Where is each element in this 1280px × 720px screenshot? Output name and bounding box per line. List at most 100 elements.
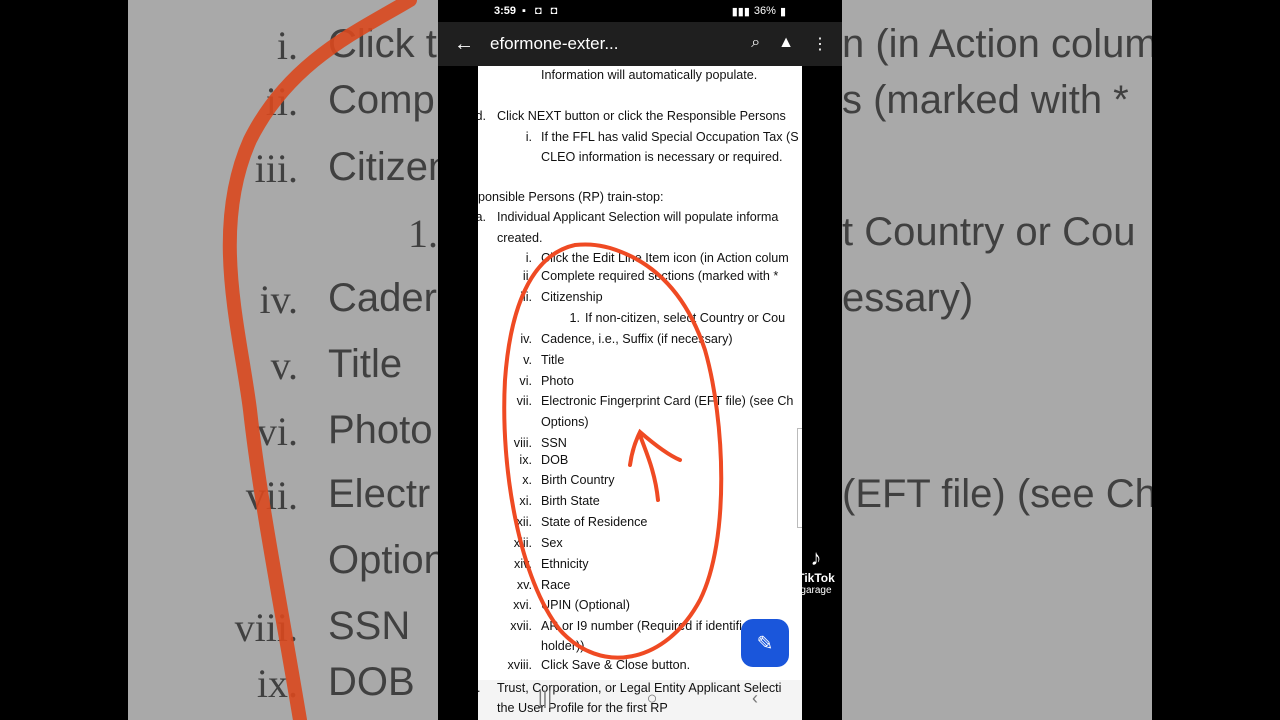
backdrop-num: v. bbox=[270, 343, 298, 388]
doc-line: Click the Edit Line Item icon (in Action… bbox=[541, 251, 789, 265]
doc-num: 1. bbox=[569, 311, 580, 325]
back-arrow-icon[interactable]: ← bbox=[438, 33, 490, 56]
backdrop-text: Click t bbox=[328, 22, 437, 66]
doc-line: Race bbox=[541, 578, 571, 592]
doc-line: Options) bbox=[541, 415, 589, 429]
edit-fab-button[interactable]: ✎ bbox=[741, 619, 789, 667]
tiktok-watermark: ♪ TikTok garage bbox=[790, 545, 842, 596]
backdrop-num: ii. bbox=[265, 79, 298, 124]
doc-line: CLEO information is necessary or require… bbox=[541, 150, 783, 164]
doc-num: xiv. bbox=[514, 557, 532, 571]
document-page: Information will automatically populate.… bbox=[478, 66, 802, 680]
doc-line: Photo bbox=[541, 374, 574, 388]
doc-num: iii. bbox=[520, 290, 532, 304]
backdrop-num: i. bbox=[276, 23, 298, 68]
doc-line: SSN bbox=[541, 436, 567, 450]
back-nav-icon[interactable]: ‹ bbox=[752, 688, 758, 709]
doc-num: vi. bbox=[519, 374, 532, 388]
doc-num: i. bbox=[525, 130, 532, 144]
backdrop-fragment: s (marked with * bbox=[842, 78, 1129, 122]
backdrop-text: Photo bbox=[328, 408, 433, 452]
backdrop-fragment: essary) bbox=[842, 276, 974, 320]
tiktok-name: TikTok bbox=[797, 571, 835, 585]
doc-line: Citizenship bbox=[541, 290, 603, 304]
doc-num: vii. bbox=[516, 394, 532, 408]
doc-num: d. bbox=[478, 109, 486, 123]
doc-line: AR or I9 number (Required if identifies … bbox=[541, 619, 766, 633]
doc-line: holder)) bbox=[541, 639, 585, 653]
backdrop-num: iii. bbox=[254, 146, 298, 191]
battery-level: 36% bbox=[753, 5, 776, 17]
doc-line: Ethnicity bbox=[541, 557, 589, 571]
backdrop-num: iv. bbox=[259, 277, 298, 322]
tiktok-logo-icon: ♪ bbox=[810, 545, 822, 570]
doc-num: ix. bbox=[519, 453, 532, 467]
backdrop-num: ix. bbox=[256, 661, 298, 706]
doc-line: If non-citizen, select Country or Cou bbox=[585, 311, 786, 325]
backdrop-text: Option bbox=[328, 538, 446, 582]
home-icon[interactable]: ○ bbox=[647, 688, 658, 709]
backdrop-text: SSN bbox=[328, 604, 411, 648]
doc-line: Complete required sections (marked with … bbox=[541, 269, 779, 283]
more-vert-icon[interactable]: ⋮ bbox=[812, 34, 828, 54]
doc-num: xv. bbox=[516, 578, 532, 592]
signal-icon: ▮▮▮ bbox=[731, 5, 750, 18]
doc-line: Title bbox=[541, 353, 565, 367]
doc-line: Click Save & Close button. bbox=[541, 658, 691, 672]
doc-num: i. bbox=[525, 251, 532, 265]
backdrop-fragment: t Country or Cou bbox=[842, 210, 1136, 254]
backdrop-text: Comp bbox=[328, 78, 435, 122]
tiktok-user: garage bbox=[800, 585, 832, 596]
find-in-page-icon[interactable]: ⌕ bbox=[751, 34, 760, 54]
doc-line: ponsible Persons (RP) train-stop: bbox=[478, 190, 664, 204]
app-bar: ← eformone-exter... ⌕ ▲ ⋮ bbox=[438, 22, 842, 66]
doc-line: If the FFL has valid Special Occupation … bbox=[541, 130, 799, 144]
doc-line: DOB bbox=[541, 453, 569, 467]
doc-num: x. bbox=[522, 473, 532, 487]
doc-num: xvi. bbox=[513, 598, 532, 612]
backdrop-num: vi. bbox=[256, 409, 298, 454]
backdrop-num: 1. bbox=[408, 211, 438, 256]
notification-icons: ▪ ◘ ◘ bbox=[522, 5, 561, 17]
doc-line: created. bbox=[497, 231, 543, 245]
doc-line: Sex bbox=[541, 536, 563, 550]
doc-num: ii. bbox=[522, 269, 532, 283]
backdrop-text: Cader bbox=[328, 276, 437, 320]
doc-line: Electronic Fingerprint Card (EFT file) (… bbox=[541, 394, 794, 408]
doc-num: xii. bbox=[516, 515, 532, 529]
doc-num: b. bbox=[478, 681, 481, 695]
battery-icon: ▮ bbox=[779, 5, 786, 18]
backdrop-fragment: n (in Action colum bbox=[842, 22, 1152, 66]
status-time: 3:59 bbox=[494, 5, 517, 17]
doc-line: Individual Applicant Selection will popu… bbox=[497, 210, 779, 224]
backdrop-num: vii. bbox=[245, 473, 298, 518]
doc-line: Birth Country bbox=[541, 473, 615, 487]
doc-line: State of Residence bbox=[541, 515, 648, 529]
backdrop-text: Citizen bbox=[328, 145, 451, 189]
backdrop-text: Electr bbox=[328, 472, 431, 516]
nav-bar: b.Trust, Corporation, or Legal Entity Ap… bbox=[478, 680, 802, 720]
doc-num: iv. bbox=[520, 332, 532, 346]
phone-screen: 3:59 ▪ ◘ ◘ ▮▮▮ 36% ▮ ← eformone-exter...… bbox=[438, 0, 842, 720]
backdrop-text: DOB bbox=[328, 660, 415, 704]
doc-line: Click NEXT button or click the Responsib… bbox=[497, 109, 786, 123]
backdrop-text: Title bbox=[328, 342, 403, 386]
doc-line: Birth State bbox=[541, 494, 600, 508]
doc-num: xvii. bbox=[510, 619, 532, 633]
doc-line: Information will automatically populate. bbox=[541, 68, 758, 82]
recent-apps-icon[interactable]: ||| bbox=[538, 688, 552, 709]
drive-add-icon[interactable]: ▲ bbox=[778, 34, 794, 54]
edit-pen-icon: ✎ bbox=[756, 632, 774, 655]
doc-num: xviii. bbox=[507, 658, 533, 672]
doc-line: UPIN (Optional) bbox=[541, 598, 630, 612]
doc-num: viii. bbox=[513, 436, 532, 450]
doc-num: xiii. bbox=[513, 536, 532, 550]
app-title: eformone-exter... bbox=[490, 34, 619, 53]
doc-num: v. bbox=[523, 353, 532, 367]
side-panel-handle[interactable] bbox=[797, 428, 802, 528]
doc-num: a. bbox=[478, 210, 486, 224]
backdrop-num: viii. bbox=[234, 605, 298, 650]
doc-line: Cadence, i.e., Suffix (if necessary) bbox=[541, 332, 733, 346]
doc-num: xi. bbox=[519, 494, 532, 508]
backdrop-fragment: (EFT file) (see Ch bbox=[842, 472, 1152, 516]
